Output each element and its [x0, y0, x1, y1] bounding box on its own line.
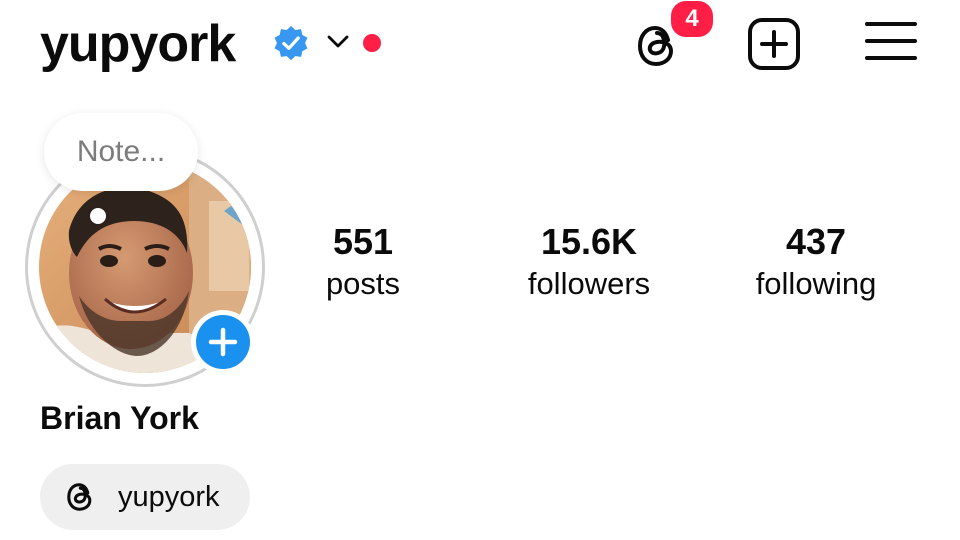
stat-value: 437 — [785, 221, 847, 262]
stat-following[interactable]: 437 following — [716, 220, 916, 304]
plus-square-icon[interactable] — [746, 16, 802, 72]
stat-value: 551 — [332, 221, 394, 262]
note-bubble-tail — [90, 208, 106, 224]
plus-icon — [208, 327, 238, 357]
note-bubble[interactable]: Note... — [44, 113, 198, 191]
stat-label: followers — [527, 266, 651, 301]
stat-label: posts — [325, 266, 401, 301]
threads-link-label: yupyork — [118, 481, 220, 513]
add-story-button[interactable] — [191, 310, 255, 374]
username-switcher[interactable]: yupyork — [40, 14, 236, 74]
threads-icon — [67, 483, 92, 511]
threads-profile-link[interactable]: yupyork — [40, 464, 250, 530]
stat-followers[interactable]: 15.6K followers — [489, 220, 689, 304]
stat-posts[interactable]: 551 posts — [263, 220, 463, 304]
status-dot — [363, 34, 381, 52]
stat-label: following — [755, 266, 877, 301]
profile-full-name: Brian York — [40, 400, 199, 436]
profile-page: yupyork 4 Note... 551 posts 15.6K follow… — [0, 0, 960, 540]
notification-badge: 4 — [668, 0, 716, 40]
verified-badge-icon — [274, 25, 308, 61]
hamburger-menu-icon[interactable] — [864, 18, 918, 64]
stat-value: 15.6K — [540, 221, 638, 262]
chevron-down-icon[interactable] — [326, 33, 350, 51]
